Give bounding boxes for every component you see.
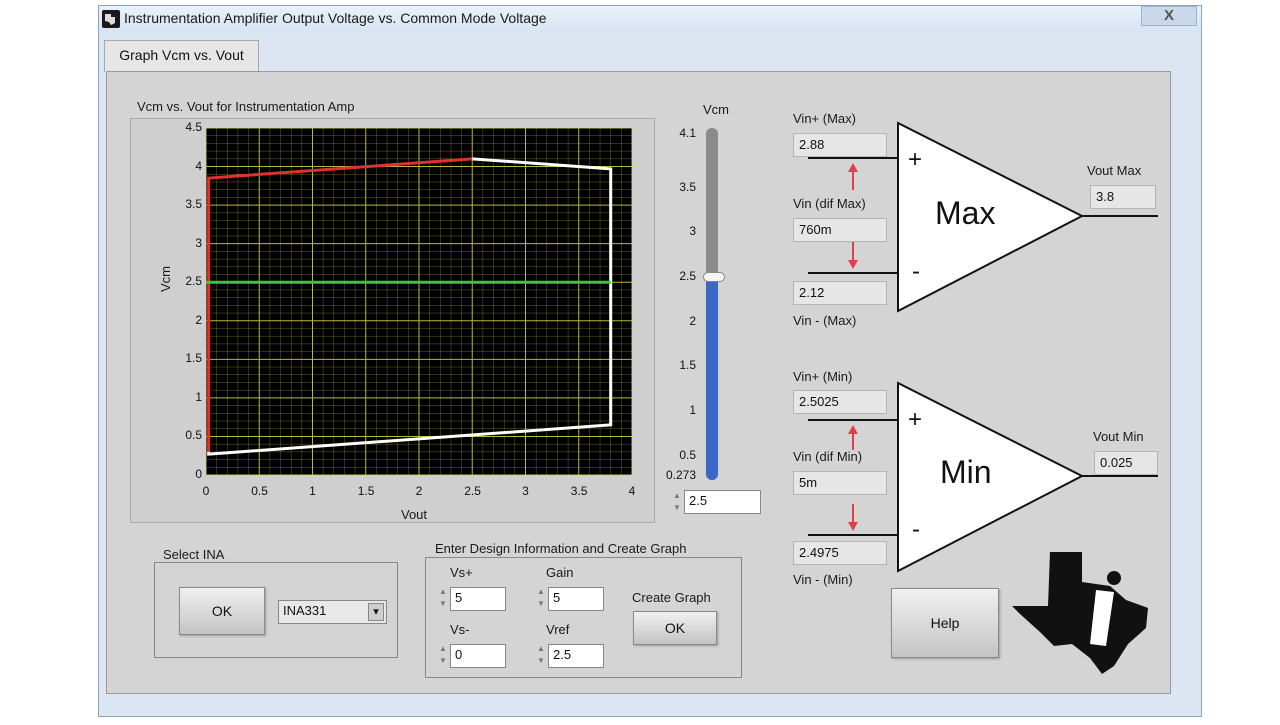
slider-tick-label: 2 (689, 313, 696, 328)
y-axis-label: Vcm (158, 266, 173, 292)
slider-tick-label: 2.5 (679, 268, 696, 283)
graph-title: Vcm vs. Vout for Instrumentation Amp (137, 99, 355, 114)
ti-logo-icon (1012, 552, 1148, 674)
help-button[interactable]: Help (891, 588, 999, 658)
y-tick-label: 0 (195, 467, 202, 481)
min-minus-sign: - (912, 516, 920, 543)
select-ina-ok-button[interactable]: OK (179, 587, 265, 635)
x-tick-label: 3.5 (570, 484, 588, 498)
vcm-slider-fill (706, 276, 718, 480)
vcm-spinner[interactable]: ▲ ▼ (672, 490, 682, 516)
slider-tick-label: 3 (689, 224, 696, 239)
slider-tick-label: 4.1 (679, 126, 696, 140)
series-line-1 (207, 157, 613, 456)
vs-minus-input[interactable]: 0 (450, 644, 506, 668)
y-tick-label: 3.5 (185, 197, 202, 212)
x-tick-label: 4 (628, 484, 636, 498)
y-tick-label: 1.5 (185, 351, 202, 366)
vout-min-label: Vout Min (1093, 429, 1144, 444)
y-tick-label: 2 (195, 312, 202, 327)
vref-input[interactable]: 2.5 (548, 644, 604, 668)
create-graph-ok-button[interactable]: OK (633, 611, 717, 645)
x-tick-label: 0.5 (251, 484, 268, 498)
ina-dropdown-value: INA331 (283, 603, 327, 618)
ina-dropdown[interactable]: INA331 ▾ (278, 600, 387, 624)
vs-minus-spinner[interactable]: ▲ ▼ (438, 643, 448, 669)
vout-min-value: 0.025 (1094, 451, 1158, 475)
window-title: Instrumentation Amplifier Output Voltage… (124, 10, 547, 26)
slider-tick-label: 0.273 (665, 468, 696, 482)
max-amp-label: Max (935, 195, 996, 231)
y-tick-label: 1 (195, 389, 202, 404)
vout-max-label: Vout Max (1087, 163, 1142, 178)
select-ina-label: Select INA (161, 547, 227, 562)
min-amp-label: Min (940, 454, 992, 490)
x-tick-label: 1 (309, 484, 316, 498)
vcm-input[interactable]: 2.5 (684, 490, 761, 514)
vcm-slider-label: Vcm (703, 102, 729, 117)
max-plus-sign: + (908, 146, 923, 173)
x-tick-label: 0 (202, 484, 210, 498)
vs-plus-input[interactable]: 5 (450, 587, 506, 611)
gain-spinner[interactable]: ▲ ▼ (536, 586, 546, 612)
app-logo-icon (102, 10, 120, 28)
y-tick-label: 4.5 (185, 120, 202, 134)
x-tick-label: 2.5 (464, 484, 481, 498)
slider-tick-label: 1 (689, 403, 696, 418)
vs-minus-label: Vs- (450, 622, 470, 637)
slider-tick-label: 1.5 (679, 358, 696, 373)
slider-tick-label: 3.5 (679, 179, 696, 194)
gain-label: Gain (546, 565, 574, 580)
vcm-vout-chart (206, 128, 632, 475)
min-plus-sign: + (908, 406, 923, 433)
vs-plus-spinner[interactable]: ▲ ▼ (438, 586, 448, 612)
create-graph-label: Create Graph (632, 590, 711, 605)
x-tick-label: 3 (522, 484, 529, 498)
design-info-label: Enter Design Information and Create Grap… (433, 541, 689, 556)
plot-area[interactable] (206, 128, 632, 475)
vref-label: Vref (546, 622, 570, 637)
y-tick-label: 4 (195, 158, 202, 173)
chevron-down-icon: ▾ (368, 603, 384, 621)
vcm-slider-thumb[interactable] (703, 271, 725, 282)
slider-tick-label: 0.5 (679, 447, 696, 462)
gain-input[interactable]: 5 (548, 587, 604, 611)
x-tick-label: 1.5 (357, 484, 375, 498)
y-tick-label: 3 (195, 235, 202, 250)
y-tick-label: 0.5 (185, 428, 202, 443)
x-tick-label: 2 (415, 484, 423, 498)
close-button[interactable]: X (1141, 6, 1197, 26)
vref-spinner[interactable]: ▲ ▼ (536, 643, 546, 669)
vout-max-value: 3.8 (1090, 185, 1156, 209)
max-minus-sign: - (912, 258, 920, 285)
y-tick-label: 2.5 (185, 274, 202, 289)
vs-plus-label: Vs+ (450, 565, 473, 580)
x-axis-label: Vout (401, 507, 428, 522)
tab-graph-vcm-vs-vout[interactable]: Graph Vcm vs. Vout (104, 40, 259, 72)
